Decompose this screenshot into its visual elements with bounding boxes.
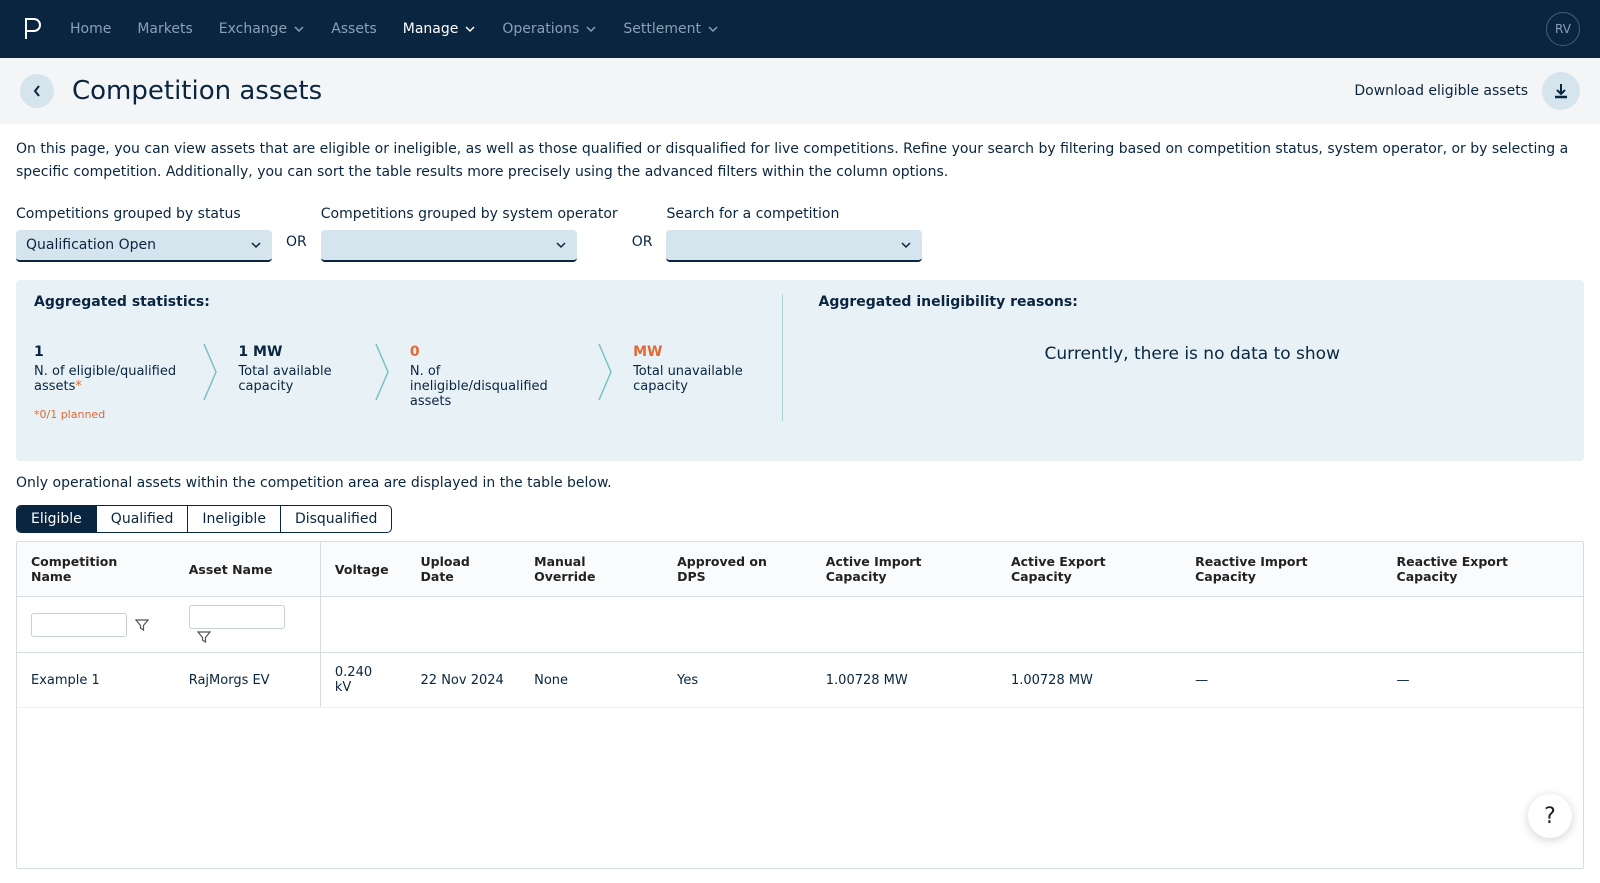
or-separator: OR	[286, 234, 307, 250]
top-nav: Home Markets Exchange Assets Manage Operation…	[0, 0, 1600, 58]
table-cell: None	[520, 653, 663, 708]
column-header[interactable]: Asset Name	[175, 542, 321, 597]
table-cell: 1.00728 MW	[997, 653, 1181, 708]
stats-panel: Aggregated statistics: 1 N. of eligible/q…	[16, 280, 1584, 461]
stat-label: Total unavailable capacity	[633, 364, 765, 394]
column-header[interactable]: Approved on DPS	[663, 542, 812, 597]
assets-table: Competition NameAsset NameVoltageUpload …	[16, 541, 1584, 869]
filter-label-operator: Competitions grouped by system operator	[321, 206, 618, 222]
filter-bar: Competitions grouped by status Qualifica…	[16, 206, 1584, 262]
column-filter-input[interactable]	[31, 613, 127, 637]
filter-icon[interactable]	[197, 630, 211, 644]
table-cell: Yes	[663, 653, 812, 708]
table-cell: Example 1	[17, 653, 175, 708]
competition-search[interactable]	[666, 230, 922, 262]
filter-label-search: Search for a competition	[666, 206, 922, 222]
download-icon	[1552, 82, 1570, 100]
table-note: Only operational assets within the compe…	[16, 475, 1584, 491]
stats-title: Aggregated statistics:	[34, 294, 782, 310]
nav-assets[interactable]: Assets	[331, 21, 377, 37]
help-button[interactable]: ?	[1528, 794, 1572, 838]
column-header[interactable]: Voltage	[320, 542, 406, 597]
column-header[interactable]: Reactive Export Capacity	[1383, 542, 1583, 597]
filter-icon[interactable]	[135, 618, 149, 632]
avatar[interactable]: RV	[1546, 12, 1580, 46]
or-separator: OR	[632, 234, 653, 250]
operator-select[interactable]	[321, 230, 577, 262]
logo-icon	[20, 17, 44, 41]
stat-value: 1 MW	[238, 344, 357, 360]
stat-separator-icon	[597, 344, 617, 400]
eligibility-tabs: EligibleQualifiedIneligibleDisqualified	[16, 505, 392, 533]
page-header: Competition assets Download eligible ass…	[0, 58, 1600, 124]
table-cell: RajMorgs EV	[175, 653, 321, 708]
status-select[interactable]: Qualification Open	[16, 230, 272, 262]
chevron-down-icon	[464, 25, 476, 33]
stat-label: Total available capacity	[238, 364, 357, 394]
nav-exchange[interactable]: Exchange	[219, 21, 305, 37]
column-header[interactable]: Active Import Capacity	[812, 542, 997, 597]
table-cell: 22 Nov 2024	[407, 653, 521, 708]
no-data-text: Currently, there is no data to show	[819, 344, 1567, 364]
tab-qualified[interactable]: Qualified	[96, 506, 188, 532]
chevron-left-icon	[32, 84, 42, 98]
chevron-down-icon	[585, 25, 597, 33]
intro-text: On this page, you can view assets that a…	[16, 138, 1584, 184]
table-cell: 0.240 kV	[320, 653, 406, 708]
page-title: Competition assets	[72, 76, 322, 106]
tab-disqualified[interactable]: Disqualified	[280, 506, 391, 532]
table-cell: 1.00728 MW	[812, 653, 997, 708]
nav-markets[interactable]: Markets	[137, 21, 192, 37]
chevron-down-icon	[900, 241, 912, 249]
filter-label-status: Competitions grouped by status	[16, 206, 272, 222]
nav-operations[interactable]: Operations	[502, 21, 597, 37]
column-header[interactable]: Active Export Capacity	[997, 542, 1181, 597]
stat-note: *0/1 planned	[34, 408, 186, 421]
stat-value: 1	[34, 344, 186, 360]
column-header[interactable]: Competition Name	[17, 542, 175, 597]
table-row[interactable]: Example 1RajMorgs EV0.240 kV22 Nov 2024N…	[17, 653, 1583, 708]
nav-home[interactable]: Home	[70, 21, 111, 37]
table-cell: —	[1383, 653, 1583, 708]
download-link[interactable]: Download eligible assets	[1354, 83, 1528, 99]
column-header[interactable]: Manual Override	[520, 542, 663, 597]
back-button[interactable]	[20, 74, 54, 108]
ineligibility-title: Aggregated ineligibility reasons:	[819, 294, 1567, 310]
nav-settlement[interactable]: Settlement	[623, 21, 719, 37]
tab-ineligible[interactable]: Ineligible	[187, 506, 280, 532]
stat-value: 0	[410, 344, 581, 360]
status-select-value: Qualification Open	[26, 237, 156, 253]
stat-item: 1 N. of eligible/qualified assets* *0/1 pl…	[34, 344, 202, 421]
stat-separator-icon	[374, 344, 394, 400]
nav-manage[interactable]: Manage	[403, 21, 477, 37]
tab-eligible[interactable]: Eligible	[17, 506, 96, 532]
stat-value: MW	[633, 344, 765, 360]
stat-item: 0 N. of ineligible/disqualified assets	[410, 344, 597, 409]
column-filter-input[interactable]	[189, 605, 285, 629]
stat-item: MW Total unavailable capacity	[633, 344, 781, 394]
chevron-down-icon	[293, 25, 305, 33]
stat-label: N. of ineligible/disqualified assets	[410, 364, 581, 409]
table-cell: —	[1181, 653, 1382, 708]
stat-item: 1 MW Total available capacity	[238, 344, 373, 394]
chevron-down-icon	[707, 25, 719, 33]
stat-separator-icon	[202, 344, 222, 400]
column-header[interactable]: Upload Date	[407, 542, 521, 597]
chevron-down-icon	[250, 241, 262, 249]
download-button[interactable]	[1542, 72, 1580, 110]
chevron-down-icon	[555, 241, 567, 249]
stat-label: N. of eligible/qualified assets*	[34, 364, 186, 394]
column-header[interactable]: Reactive Import Capacity	[1181, 542, 1382, 597]
